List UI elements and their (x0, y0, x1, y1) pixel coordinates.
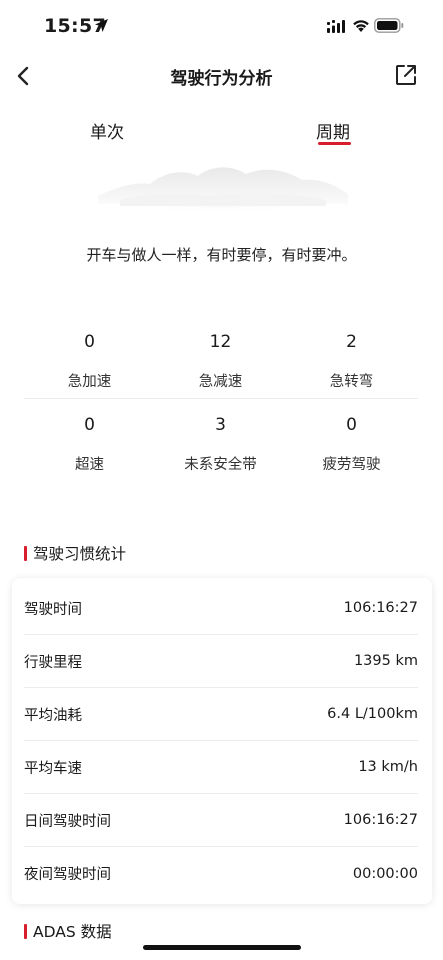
habit-row-fuel-consumption: 平均油耗 6.4 L/100km (24, 688, 418, 741)
habits-card: 驾驶时间 106:16:27 行驶里程 1395 km 平均油耗 6.4 L/1… (12, 578, 432, 904)
mountain-illustration (92, 167, 352, 214)
section-title-text: ADAS 数据 (33, 923, 112, 941)
habit-label: 驾驶时间 (24, 601, 82, 618)
stat-value: 0 (84, 332, 95, 352)
stat-label: 急减速 (198, 374, 243, 390)
share-export-icon[interactable] (394, 63, 418, 87)
habit-value: 13 km/h (358, 759, 418, 775)
habit-value: 00:00:00 (352, 865, 418, 882)
nav-bar: 驾驶行为分析 (0, 54, 443, 98)
habit-value: 6.4 L/100km (327, 706, 418, 722)
section-accent-bar (24, 923, 27, 939)
stat-label: 疲劳驾驶 (322, 457, 381, 473)
habit-value: 1395 km (353, 653, 418, 669)
period-tabs: 单次 周期 (0, 114, 443, 154)
section-accent-bar (24, 545, 27, 561)
habits-section-title: 驾驶习惯统计 (24, 542, 126, 564)
cellular-signal-icon (327, 20, 345, 33)
page-title: 驾驶行为分析 (170, 69, 273, 89)
habit-row-mileage: 行驶里程 1395 km (24, 635, 418, 688)
stat-value: 2 (346, 332, 357, 352)
stat-value: 0 (84, 415, 95, 435)
habit-value: 106:16:27 (343, 600, 418, 616)
habit-row-daytime-driving: 日间驾驶时间 106:16:27 (24, 794, 418, 847)
stat-label: 未系安全带 (184, 457, 257, 473)
stat-speeding[interactable]: 0 超速 (24, 415, 155, 474)
habit-label: 平均车速 (24, 760, 82, 777)
habit-row-average-speed: 平均车速 13 km/h (24, 741, 418, 794)
stat-hard-braking[interactable]: 12 急减速 (155, 332, 286, 391)
stat-label: 超速 (75, 457, 104, 473)
home-indicator[interactable] (143, 945, 301, 950)
habit-label: 夜间驾驶时间 (24, 867, 111, 883)
habit-label: 平均油耗 (24, 707, 82, 724)
habit-row-driving-time: 驾驶时间 106:16:27 (24, 582, 418, 635)
adas-section-title: ADAS 数据 (24, 920, 112, 942)
stat-value: 3 (215, 415, 226, 435)
active-tab-indicator (318, 142, 351, 145)
battery-icon (374, 18, 404, 33)
habit-row-nighttime-driving: 夜间驾驶时间 00:00:00 (24, 847, 418, 900)
location-arrow-icon (95, 19, 108, 32)
stat-sharp-turn[interactable]: 2 急转弯 (286, 332, 417, 391)
section-title-text: 驾驶习惯统计 (33, 545, 127, 563)
wifi-icon (353, 20, 369, 32)
stats-row: 0 超速 3 未系安全带 0 疲劳驾驶 (24, 398, 418, 473)
habit-label: 行驶里程 (24, 654, 82, 671)
stat-label: 急转弯 (329, 374, 374, 390)
status-bar: 15:57 (0, 0, 443, 54)
event-stats-grid: 0 急加速 12 急减速 2 急转弯 0 超速 3 未系安全带 0 疲劳驾驶 (24, 326, 418, 473)
habit-label: 日间驾驶时间 (24, 813, 111, 830)
slogan-text: 开车与做人一样，有时要停，有时要冲。 (86, 246, 357, 264)
stat-fatigue-driving[interactable]: 0 疲劳驾驶 (286, 415, 417, 474)
stat-label: 急加速 (67, 374, 112, 390)
habit-value: 106:16:27 (343, 812, 418, 828)
stat-value: 12 (209, 332, 232, 352)
tab-single[interactable]: 单次 (90, 118, 124, 143)
stat-value: 0 (346, 415, 357, 435)
stats-row: 0 急加速 12 急减速 2 急转弯 (24, 326, 418, 398)
stat-hard-acceleration[interactable]: 0 急加速 (24, 332, 155, 391)
tab-period[interactable]: 周期 (316, 118, 350, 143)
stat-no-seatbelt[interactable]: 3 未系安全带 (155, 415, 286, 474)
